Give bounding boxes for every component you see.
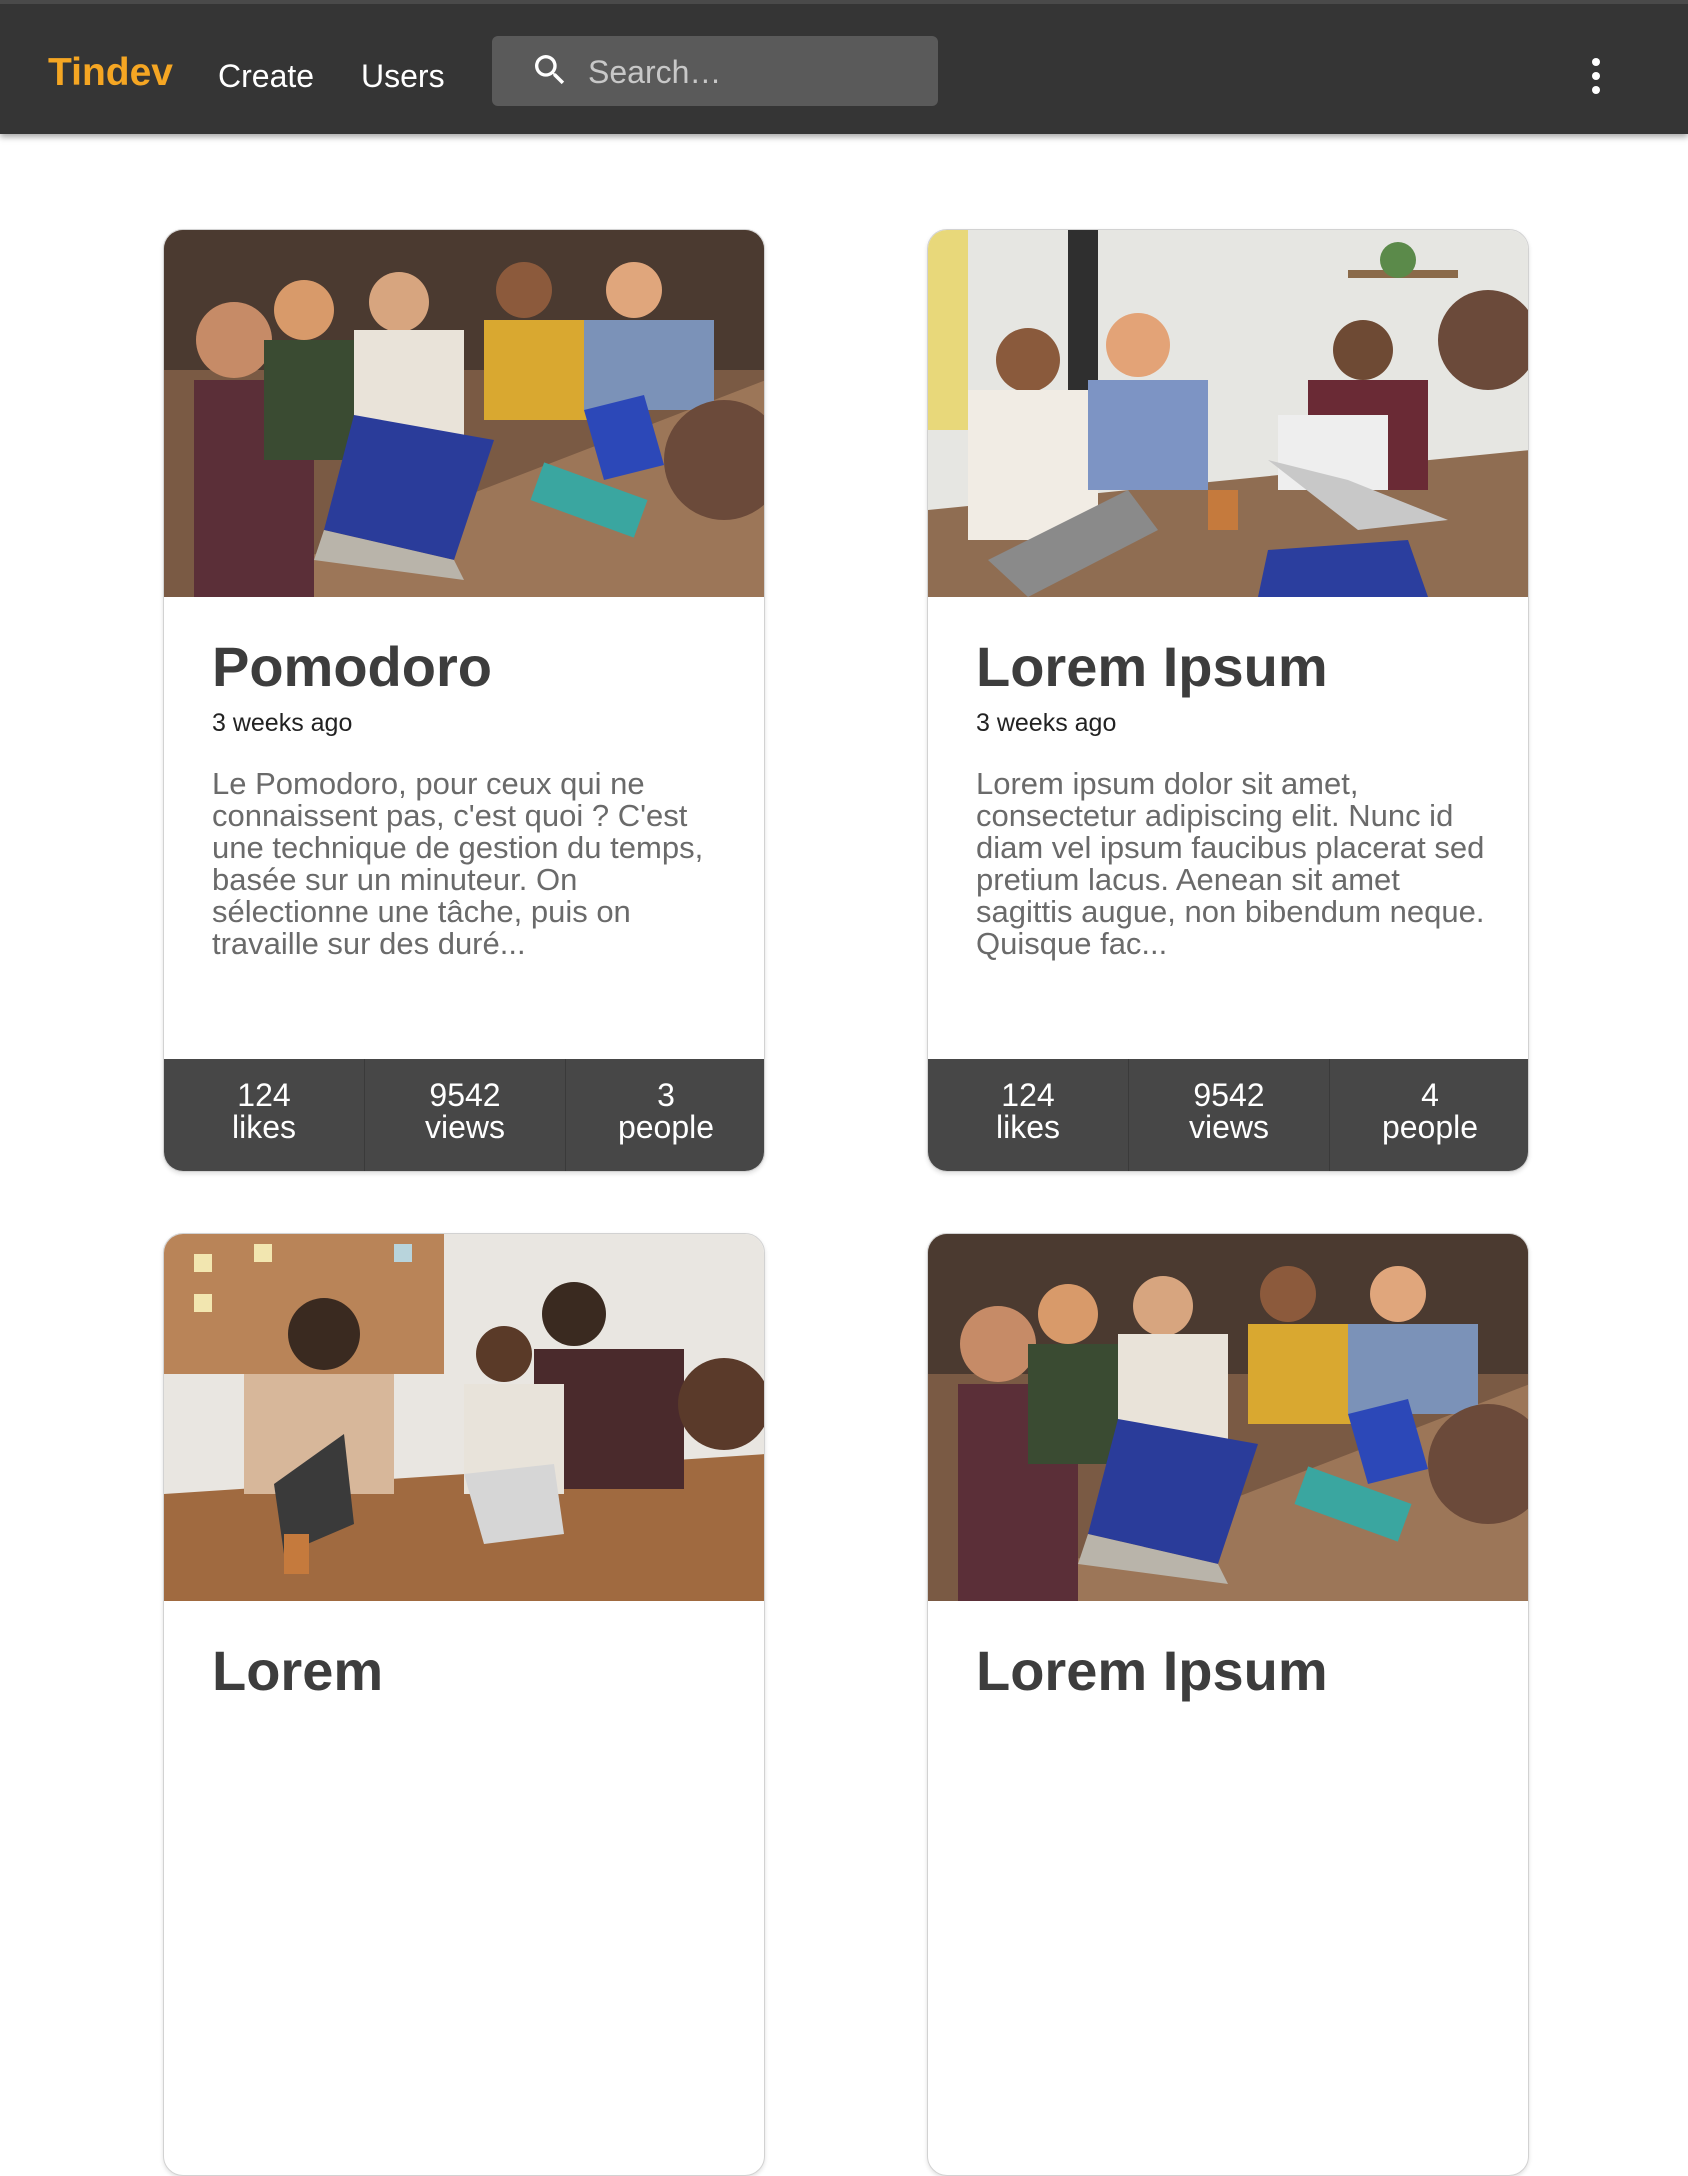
card-title: Lorem [212, 1639, 384, 1702]
top-navbar: Tindev Create Users [0, 0, 1688, 134]
card-date: 3 weeks ago [976, 709, 1117, 737]
search-box[interactable] [492, 36, 938, 106]
stat-label: views [1188, 1109, 1269, 1145]
card-title: Pomodoro [212, 635, 492, 698]
card-title: Lorem Ipsum [976, 635, 1328, 698]
card-stats: 124 likes 9542 views 4 people [928, 1059, 1528, 1171]
stat-likes: 124 likes [928, 1059, 1129, 1171]
brand-logo[interactable]: Tindev [48, 50, 173, 96]
card-stats: 124 likes 9542 views 3 people [164, 1059, 764, 1171]
stat-people: 3 people [566, 1059, 764, 1171]
stat-likes: 124 likes [164, 1059, 365, 1171]
search-icon [535, 55, 565, 85]
nav-link-users[interactable]: Users [361, 56, 445, 96]
stat-label: likes [231, 1109, 296, 1145]
stat-value: 124 [1001, 1077, 1055, 1113]
project-card[interactable]: Pomodoro 3 weeks ago Le Pomodoro, pour c… [163, 229, 765, 1172]
project-card[interactable]: Lorem Ipsum [927, 1233, 1529, 2176]
stat-views: 9542 views [365, 1059, 566, 1171]
stat-people: 4 people [1330, 1059, 1528, 1171]
card-image [164, 230, 764, 597]
stat-value: 9542 [1193, 1077, 1265, 1113]
card-description: Lorem ipsum dolor sit amet, consectetur … [976, 766, 1485, 961]
nav-link-create[interactable]: Create [218, 56, 314, 96]
stat-value: 124 [237, 1077, 291, 1113]
card-image [928, 230, 1528, 597]
stat-value: 4 [1421, 1077, 1439, 1113]
stat-value: 3 [657, 1077, 675, 1113]
stat-views: 9542 views [1129, 1059, 1330, 1171]
card-title: Lorem Ipsum [976, 1639, 1328, 1702]
more-vert-icon[interactable] [1580, 52, 1612, 100]
card-date: 3 weeks ago [212, 709, 353, 737]
card-description: Le Pomodoro, pour ceux qui ne connaissen… [212, 766, 704, 961]
project-card[interactable]: Lorem Ipsum 3 weeks ago Lorem ipsum dolo… [927, 229, 1529, 1172]
stat-value: 9542 [429, 1077, 501, 1113]
card-image [164, 1234, 764, 1601]
stat-label: people [617, 1109, 715, 1145]
stat-label: people [1381, 1109, 1479, 1145]
stat-label: likes [995, 1109, 1060, 1145]
project-card[interactable]: Lorem [163, 1233, 765, 2176]
card-image [928, 1234, 1528, 1601]
stat-label: views [424, 1109, 505, 1145]
search-input[interactable] [586, 46, 920, 98]
